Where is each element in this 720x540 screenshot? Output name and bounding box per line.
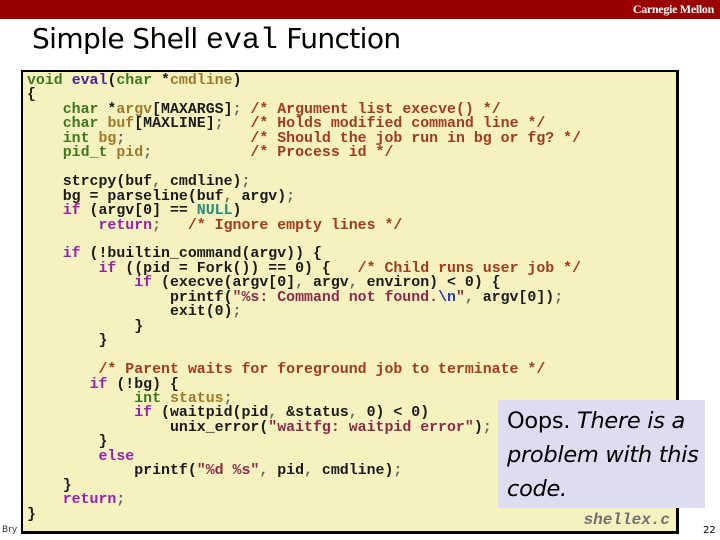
title-part2: Function (277, 22, 401, 55)
title-part1: Simple Shell (32, 22, 206, 55)
source-filename: shellex.c (583, 511, 670, 529)
code-line: } (27, 506, 36, 523)
callout-note: Oops. There is a problem with this code. (498, 400, 705, 508)
slide-title: Simple Shell eval Function (32, 22, 401, 58)
footer-credit: Bry (2, 525, 18, 535)
code-line: pid_t pid; /* Process id */ (62, 145, 394, 162)
header-bar: Carnegie Mellon (0, 0, 720, 19)
code-line: return; /* Ignore empty lines */ (98, 217, 403, 234)
code-line: } (27, 333, 108, 350)
title-code-word: eval (205, 24, 278, 58)
page-number: 22 (703, 525, 716, 536)
code-line: printf("%d %s", pid, cmdline); (27, 463, 403, 480)
brand-logo-text: Carnegie Mellon (632, 2, 714, 16)
code-line: return; (62, 492, 126, 509)
callout-lead: Oops. (507, 408, 577, 434)
code-line: void eval(char *cmdline) (27, 73, 242, 89)
